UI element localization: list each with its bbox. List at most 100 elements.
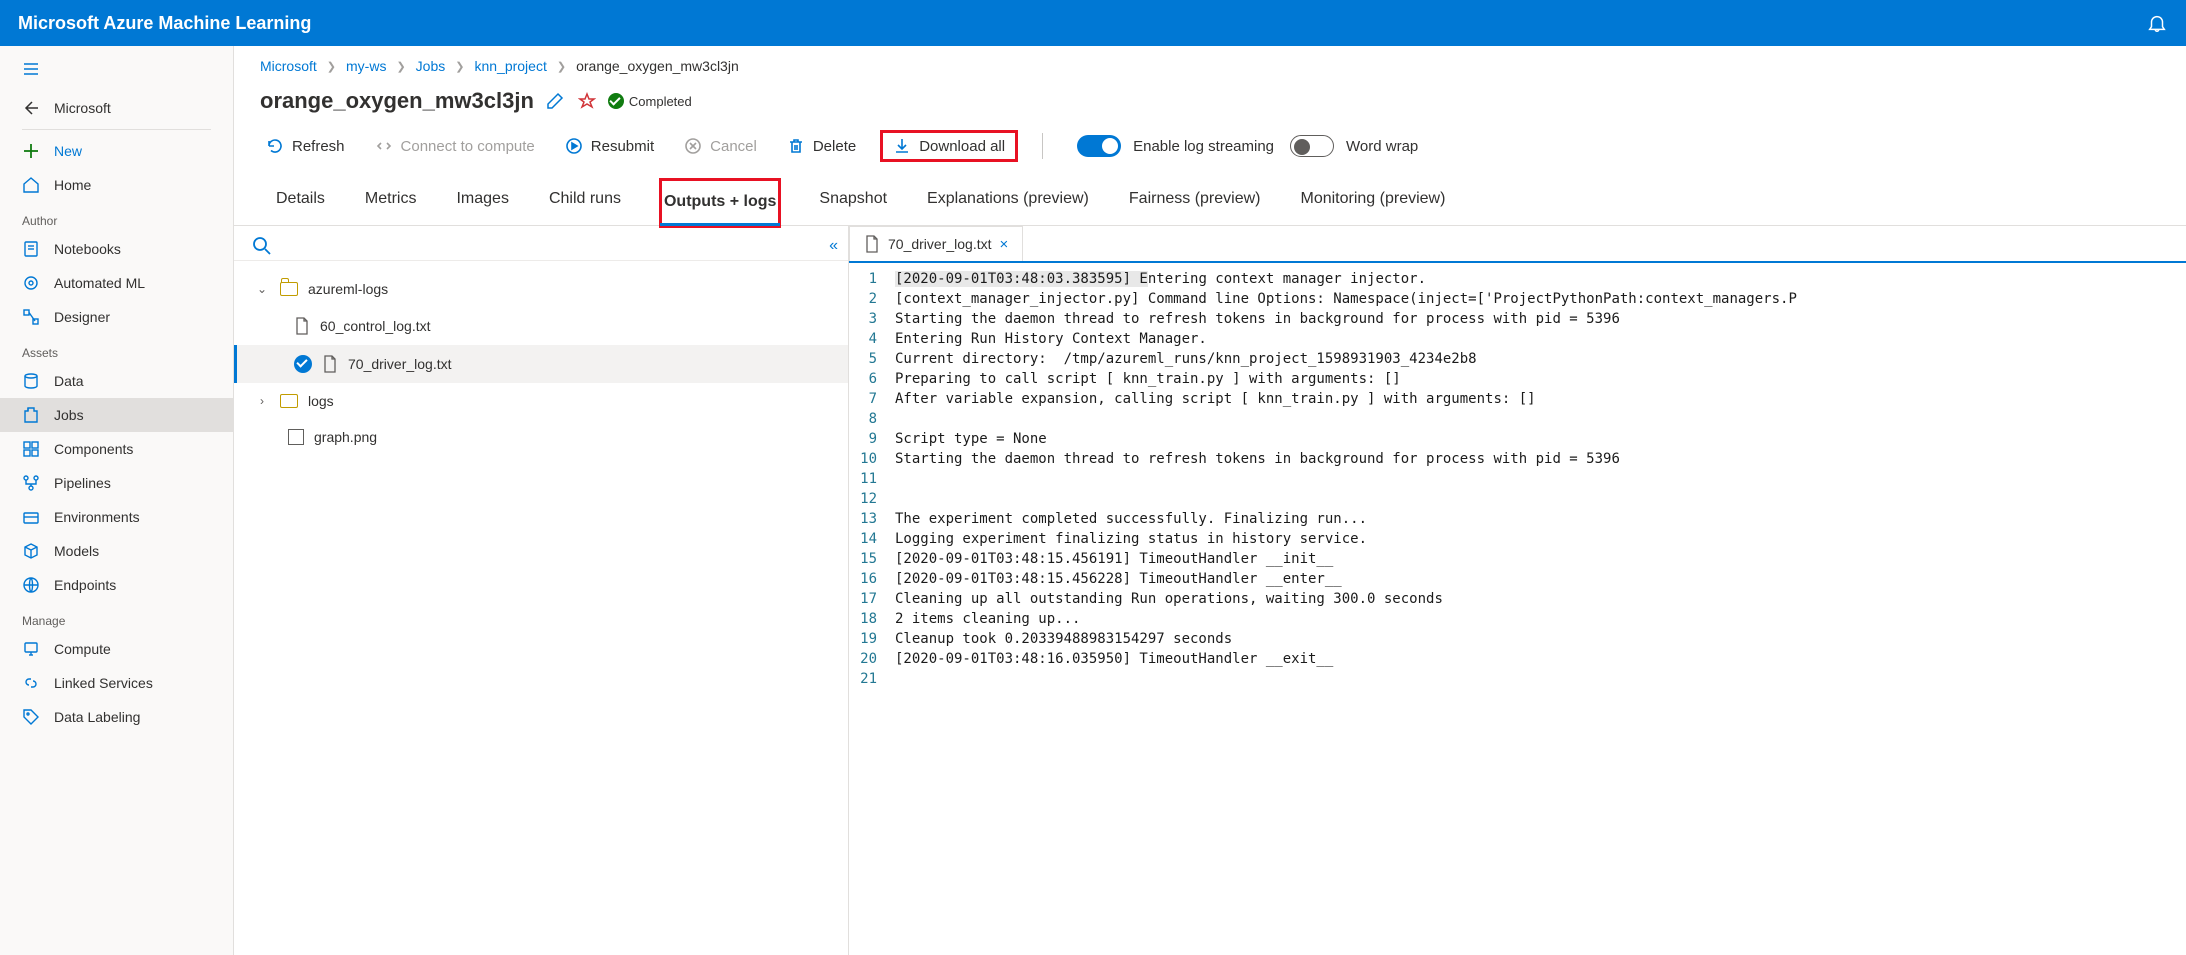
resubmit-button[interactable]: Resubmit xyxy=(559,131,660,161)
back-link[interactable]: Microsoft xyxy=(0,91,233,125)
check-icon xyxy=(294,355,312,373)
delete-label: Delete xyxy=(813,138,856,155)
line-number: 4 xyxy=(849,329,895,349)
line-text: 2 items cleaning up... xyxy=(895,609,1080,629)
cancel-button: Cancel xyxy=(678,131,763,161)
nav-designer-label: Designer xyxy=(54,309,110,325)
tree-folder-azureml-logs[interactable]: ⌄azureml-logs xyxy=(234,271,848,307)
line-number: 17 xyxy=(849,589,895,609)
line-number: 1 xyxy=(849,269,895,289)
left-nav: Microsoft New Home Author Notebooks Auto… xyxy=(0,46,234,955)
tree-file-70[interactable]: 70_driver_log.txt xyxy=(234,345,848,383)
tab-outputs-logs[interactable]: Outputs + logs xyxy=(659,178,781,228)
nav-endpoints[interactable]: Endpoints xyxy=(0,568,233,602)
nav-notebooks[interactable]: Notebooks xyxy=(0,232,233,266)
crumb-3[interactable]: knn_project xyxy=(474,58,546,74)
tab-metrics[interactable]: Metrics xyxy=(363,178,419,225)
line-number: 7 xyxy=(849,389,895,409)
delete-button[interactable]: Delete xyxy=(781,131,862,161)
line-text: Current directory: /tmp/azureml_runs/knn… xyxy=(895,349,1477,369)
tab-child-runs[interactable]: Child runs xyxy=(547,178,623,225)
crumb-4: orange_oxygen_mw3cl3jn xyxy=(576,58,739,74)
nav-new[interactable]: New xyxy=(0,134,233,168)
refresh-button[interactable]: Refresh xyxy=(260,131,351,161)
favorite-icon[interactable] xyxy=(576,90,598,112)
code-line: 8 xyxy=(849,409,2186,429)
tree-label: 60_control_log.txt xyxy=(320,318,431,334)
code-line: 14Logging experiment finalizing status i… xyxy=(849,529,2186,549)
connect-label: Connect to compute xyxy=(401,138,535,155)
breadcrumb: Microsoft❯ my-ws❯ Jobs❯ knn_project❯ ora… xyxy=(234,46,2186,78)
code-line: 1[2020-09-01T03:48:03.383595] Entering c… xyxy=(849,269,2186,289)
tree-folder-logs[interactable]: ›logs xyxy=(234,383,848,419)
code-line: 16[2020-09-01T03:48:15.456228] TimeoutHa… xyxy=(849,569,2186,589)
tab-fairness[interactable]: Fairness (preview) xyxy=(1127,178,1263,225)
nav-pipelines[interactable]: Pipelines xyxy=(0,466,233,500)
nav-home[interactable]: Home xyxy=(0,168,233,202)
enable-log-streaming-toggle[interactable]: Enable log streaming xyxy=(1077,135,1274,157)
nav-designer[interactable]: Designer xyxy=(0,300,233,334)
nav-automl[interactable]: Automated ML xyxy=(0,266,233,300)
image-icon xyxy=(288,429,304,445)
download-all-button[interactable]: Download all xyxy=(880,130,1018,162)
edit-icon[interactable] xyxy=(544,90,566,112)
code-line: 7After variable expansion, calling scrip… xyxy=(849,389,2186,409)
folder-icon xyxy=(280,282,298,296)
word-wrap-toggle[interactable]: Word wrap xyxy=(1290,135,1418,157)
tab-monitoring[interactable]: Monitoring (preview) xyxy=(1298,178,1447,225)
line-text: [2020-09-01T03:48:15.456191] TimeoutHand… xyxy=(895,549,1333,569)
chevron-right-icon: › xyxy=(254,394,270,408)
editor-tab[interactable]: 70_driver_log.txt × xyxy=(849,226,1023,261)
line-text: Script type = None xyxy=(895,429,1047,449)
nav-new-label: New xyxy=(54,143,82,159)
tab-details[interactable]: Details xyxy=(274,178,327,225)
back-label: Microsoft xyxy=(54,100,111,116)
hamburger-icon[interactable] xyxy=(0,52,233,91)
line-number: 13 xyxy=(849,509,895,529)
nav-compute[interactable]: Compute xyxy=(0,632,233,666)
nav-environments-label: Environments xyxy=(54,509,140,525)
crumb-0[interactable]: Microsoft xyxy=(260,58,317,74)
line-number: 10 xyxy=(849,449,895,469)
nav-components-label: Components xyxy=(54,441,133,457)
nav-data[interactable]: Data xyxy=(0,364,233,398)
nav-jobs-label: Jobs xyxy=(54,407,84,423)
crumb-2[interactable]: Jobs xyxy=(416,58,446,74)
code-line: 13The experiment completed successfully.… xyxy=(849,509,2186,529)
log-viewer[interactable]: 1[2020-09-01T03:48:03.383595] Entering c… xyxy=(849,263,2186,955)
code-line: 17Cleaning up all outstanding Run operat… xyxy=(849,589,2186,609)
collapse-pane-icon[interactable]: « xyxy=(829,237,834,255)
tree-file-60[interactable]: 60_control_log.txt xyxy=(234,307,848,345)
nav-labeling[interactable]: Data Labeling xyxy=(0,700,233,734)
app-title: Microsoft Azure Machine Learning xyxy=(18,13,311,34)
code-line: 11 xyxy=(849,469,2186,489)
notifications-icon[interactable] xyxy=(2146,12,2168,34)
title-row: orange_oxygen_mw3cl3jn Completed xyxy=(234,78,2186,124)
nav-jobs[interactable]: Jobs xyxy=(0,398,233,432)
line-number: 18 xyxy=(849,609,895,629)
action-bar: Refresh Connect to compute Resubmit Canc… xyxy=(234,124,2186,178)
line-text: Cleaning up all outstanding Run operatio… xyxy=(895,589,1443,609)
code-line: 3Starting the daemon thread to refresh t… xyxy=(849,309,2186,329)
crumb-1[interactable]: my-ws xyxy=(346,58,386,74)
divider xyxy=(1042,133,1043,159)
search-icon[interactable] xyxy=(252,236,272,256)
tab-explanations[interactable]: Explanations (preview) xyxy=(925,178,1091,225)
line-text: Entering Run History Context Manager. xyxy=(895,329,1207,349)
nav-endpoints-label: Endpoints xyxy=(54,577,116,593)
nav-models[interactable]: Models xyxy=(0,534,233,568)
code-line: 2[context_manager_injector.py] Command l… xyxy=(849,289,2186,309)
nav-compute-label: Compute xyxy=(54,641,111,657)
line-number: 21 xyxy=(849,669,895,689)
tree-file-graph[interactable]: graph.png xyxy=(234,419,848,455)
nav-pipelines-label: Pipelines xyxy=(54,475,111,491)
nav-linked[interactable]: Linked Services xyxy=(0,666,233,700)
nav-components[interactable]: Components xyxy=(0,432,233,466)
line-number: 8 xyxy=(849,409,895,429)
tab-snapshot[interactable]: Snapshot xyxy=(817,178,889,225)
chevron-right-icon: ❯ xyxy=(396,60,405,73)
nav-environments[interactable]: Environments xyxy=(0,500,233,534)
code-line: 12 xyxy=(849,489,2186,509)
close-icon[interactable]: × xyxy=(1000,236,1009,253)
tab-images[interactable]: Images xyxy=(454,178,510,225)
